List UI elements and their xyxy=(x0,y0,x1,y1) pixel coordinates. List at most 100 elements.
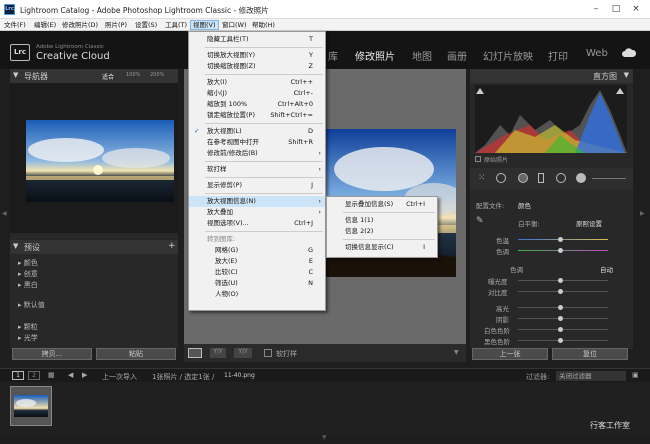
menu-item[interactable]: 放大叠加 › xyxy=(189,207,325,218)
spot-removal-icon[interactable] xyxy=(496,173,506,183)
filter-switch-icon[interactable]: ▣ xyxy=(632,371,639,379)
loupe-view-icon[interactable] xyxy=(188,348,202,358)
preset-group[interactable]: ▸ 创意 xyxy=(18,269,38,279)
maximize-button[interactable]: □ xyxy=(608,3,624,16)
graduated-filter-icon[interactable] xyxy=(538,173,544,183)
menu-item[interactable]: 显示修剪(P) J xyxy=(189,180,325,191)
zoom-fit[interactable]: 适合 xyxy=(102,72,114,81)
right-collapse-icon[interactable]: ▶ xyxy=(640,210,645,217)
brush-size-slider[interactable] xyxy=(592,178,626,179)
contrast-slider[interactable] xyxy=(518,289,608,294)
highlights-slider[interactable] xyxy=(518,305,608,310)
menu-item[interactable]: 锁定缩放位置(P) Shift+Ctrl+= xyxy=(189,110,325,121)
menu-item[interactable]: 放大(I) Ctrl++ xyxy=(189,77,325,88)
menu-item[interactable]: 视图选项(V)... Ctrl+J xyxy=(189,218,325,229)
add-preset-icon[interactable]: + xyxy=(168,241,176,251)
menu-photo[interactable]: 照片(P) xyxy=(103,20,129,30)
histogram-header[interactable]: 直方图 ▼ xyxy=(470,69,633,83)
menu-item[interactable]: 信息 1(1) xyxy=(327,215,437,226)
menu-item[interactable]: 放大视图信息(N) › xyxy=(189,196,325,207)
menu-item[interactable]: 放大(E) E xyxy=(189,256,325,267)
filter-dropdown[interactable]: 关闭过滤器 xyxy=(556,371,626,381)
menu-item[interactable]: 切换放大视图(Y) Y xyxy=(189,50,325,61)
navigator-preview[interactable] xyxy=(10,83,178,233)
minimize-button[interactable]: – xyxy=(588,3,604,16)
tint-slider[interactable] xyxy=(518,248,608,253)
menu-item[interactable]: 网格(G) G xyxy=(189,245,325,256)
auto-button[interactable]: 自动 xyxy=(600,264,613,274)
menu-item[interactable]: ✓ 放大视图(L) D xyxy=(189,126,325,137)
toolbar-menu-icon[interactable]: ▼ xyxy=(454,349,459,356)
navigator-header[interactable]: ▼ 导航器 适合 100% 200% xyxy=(10,69,178,83)
module-print[interactable]: 打印 xyxy=(548,48,568,63)
menu-item[interactable]: 人物(O) xyxy=(189,289,325,300)
menu-item[interactable]: 比较(C) C xyxy=(189,267,325,278)
slider-label: 对比度 xyxy=(488,289,508,297)
menu-item[interactable]: 软打样 › xyxy=(189,164,325,175)
zoom-100[interactable]: 100% xyxy=(126,72,140,78)
module-slideshow[interactable]: 幻灯片放映 xyxy=(483,48,533,63)
reset-button[interactable]: 复位 xyxy=(552,348,628,360)
menu-item[interactable]: 切换缩放视图(Z) Z xyxy=(189,61,325,72)
menu-view[interactable]: 视图(V) xyxy=(190,20,219,30)
eyedropper-icon[interactable]: ✎ xyxy=(476,216,484,226)
forward-arrow-icon[interactable]: ▶ xyxy=(82,371,87,379)
wb-value[interactable]: 原照设置 xyxy=(576,218,602,228)
blacks-slider[interactable] xyxy=(518,338,608,343)
presets-header[interactable]: ▼ 预设 + xyxy=(10,240,178,254)
menu-edit[interactable]: 编辑(E) xyxy=(32,20,58,30)
page-1[interactable]: 1 xyxy=(12,371,24,380)
preset-group[interactable]: ▸ 光学 xyxy=(18,333,38,343)
bottom-collapse-icon[interactable]: ▼ xyxy=(322,434,327,441)
menu-item[interactable]: 信息 2(2) xyxy=(327,226,437,237)
grid-view-icon[interactable]: ▦ xyxy=(48,371,55,379)
module-book[interactable]: 画册 xyxy=(447,48,467,63)
exposure-slider[interactable] xyxy=(518,278,608,283)
menu-item[interactable]: 修改前/修改后(B) › xyxy=(189,148,325,159)
page-2[interactable]: 2 xyxy=(28,371,40,380)
module-library[interactable]: 库 xyxy=(328,48,338,63)
filmstrip-thumbnail[interactable] xyxy=(10,386,52,426)
temp-slider[interactable] xyxy=(518,237,608,242)
menu-item[interactable]: 显示叠加信息(S) Ctrl+I xyxy=(327,199,437,210)
previous-button[interactable]: 上一张 xyxy=(472,348,548,360)
profile-value[interactable]: 颜色 xyxy=(518,200,531,210)
close-button[interactable]: × xyxy=(628,3,644,16)
original-photo-checkbox[interactable] xyxy=(475,156,481,162)
zoom-200[interactable]: 200% xyxy=(150,72,164,78)
before-after-icon[interactable]: Y|Y xyxy=(210,348,226,358)
preset-group[interactable]: ▸ 颗粒 xyxy=(18,322,38,332)
module-develop[interactable]: 修改照片 xyxy=(355,48,395,63)
paste-button[interactable]: 粘贴 xyxy=(96,348,176,360)
before-after-split-icon[interactable]: Y|Y xyxy=(234,348,252,358)
menu-window[interactable]: 窗口(W) xyxy=(220,20,249,30)
grid-tool-icon[interactable]: ⁙ xyxy=(478,173,486,183)
radial-filter-icon[interactable] xyxy=(556,173,566,183)
preset-group[interactable]: ▸ 默认值 xyxy=(18,300,45,310)
menu-item[interactable]: 筛选(U) N xyxy=(189,278,325,289)
whites-slider[interactable] xyxy=(518,327,608,332)
menu-item[interactable]: 缩小(J) Ctrl+- xyxy=(189,88,325,99)
menu-settings[interactable]: 设置(S) xyxy=(133,20,159,30)
source-path[interactable]: 上一次导入 xyxy=(102,372,137,382)
menu-tools[interactable]: 工具(T) xyxy=(163,20,189,30)
module-web[interactable]: Web xyxy=(586,48,608,59)
module-map[interactable]: 地图 xyxy=(412,48,432,63)
menu-item[interactable]: 在参考视图中打开 Shift+R xyxy=(189,137,325,148)
menu-item[interactable]: 缩放到 100% Ctrl+Alt+0 xyxy=(189,99,325,110)
menu-help[interactable]: 帮助(H) xyxy=(250,20,277,30)
left-collapse-icon[interactable]: ◀ xyxy=(2,210,7,217)
soft-proof-checkbox[interactable] xyxy=(264,349,272,357)
copy-button[interactable]: 拷贝... xyxy=(12,348,92,360)
cloud-icon[interactable] xyxy=(622,48,636,58)
menu-develop[interactable]: 修改照片(D) xyxy=(60,20,100,30)
redeye-icon[interactable] xyxy=(518,173,528,183)
shadows-slider[interactable] xyxy=(518,316,608,321)
brush-tool-icon[interactable] xyxy=(576,173,586,183)
back-arrow-icon[interactable]: ◀ xyxy=(68,371,73,379)
preset-group[interactable]: ▸ 颜色 xyxy=(18,258,38,268)
menu-item[interactable]: 切换信息显示(C) I xyxy=(327,242,437,253)
preset-group[interactable]: ▸ 黑白 xyxy=(18,280,38,290)
menu-file[interactable]: 文件(F) xyxy=(2,20,28,30)
menu-item[interactable]: 隐藏工具栏(T) T xyxy=(189,34,325,45)
